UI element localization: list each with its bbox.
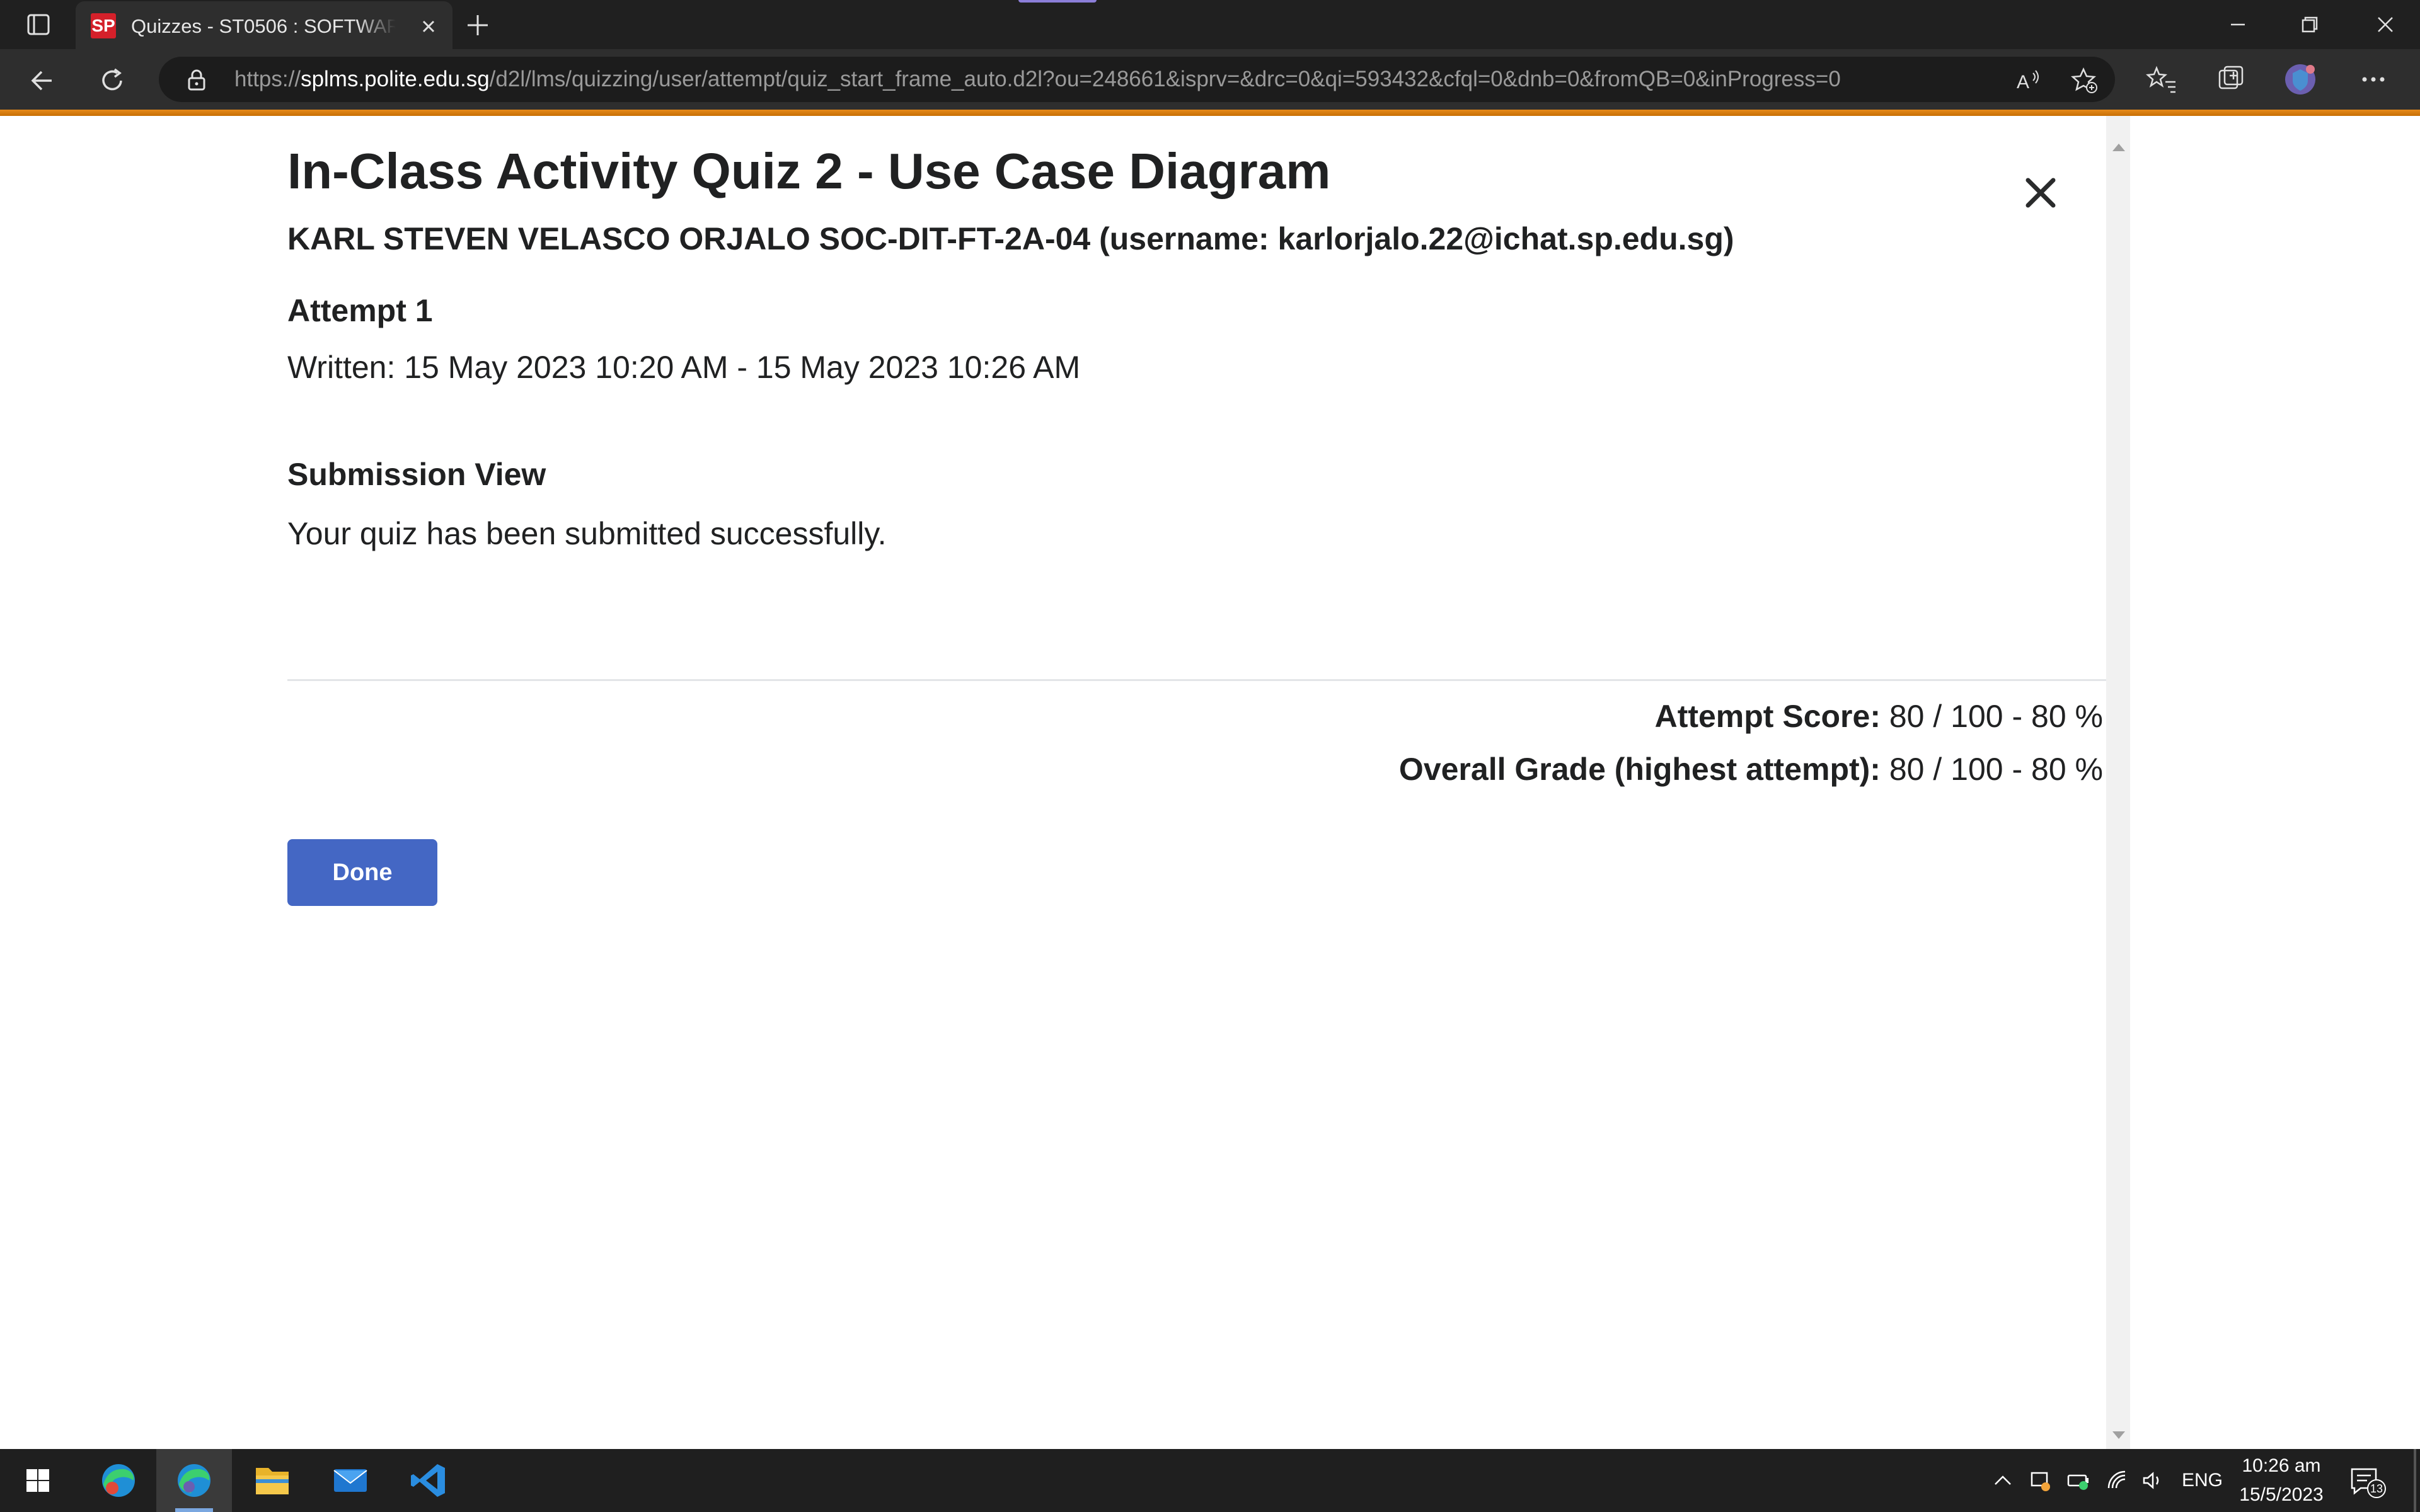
brand-accent-bar <box>0 110 2420 116</box>
page-title: In-Class Activity Quiz 2 - Use Case Diag… <box>287 143 1331 199</box>
quiz-submission-page: In-Class Activity Quiz 2 - Use Case Diag… <box>0 116 2420 1449</box>
add-favorite-icon[interactable] <box>2070 67 2099 94</box>
browser-tab-quizzes[interactable]: SP Quizzes - ST0506 : SOFTWARE ENGINEERI… <box>76 1 452 49</box>
wifi-icon[interactable] <box>2105 1468 2130 1493</box>
tab-title: Quizzes - ST0506 : SOFTWARE ENGINEERING <box>131 15 396 37</box>
browser-toolbar: https://splms.polite.edu.sg/d2l/lms/quiz… <box>0 49 2420 110</box>
url-text[interactable]: https://splms.polite.edu.sg/d2l/lms/quiz… <box>234 66 1841 93</box>
file-explorer-icon[interactable] <box>234 1449 310 1512</box>
overall-grade: Overall Grade (highest attempt): 80 / 10… <box>1398 752 2103 787</box>
collections-icon[interactable] <box>2215 63 2247 96</box>
favorites-icon[interactable] <box>2145 63 2178 96</box>
restore-icon[interactable] <box>2275 0 2344 49</box>
window-accent-mark <box>1018 0 1097 3</box>
divider <box>287 679 2107 681</box>
edge-icon[interactable] <box>156 1449 232 1512</box>
browser-titlebar: SP Quizzes - ST0506 : SOFTWARE ENGINEERI… <box>0 0 2420 49</box>
clock[interactable]: 10:26 am 15/5/2023 <box>2231 1452 2332 1509</box>
scroll-down-icon[interactable] <box>2112 1431 2125 1439</box>
tab-actions-icon[interactable] <box>25 11 52 38</box>
windows-taskbar: ENG 10:26 am 15/5/2023 13 <box>0 1449 2420 1512</box>
edge-dev-icon[interactable] <box>81 1449 156 1512</box>
show-desktop-button[interactable] <box>2414 1449 2416 1512</box>
new-tab-icon[interactable] <box>464 11 492 39</box>
address-bar[interactable]: https://splms.polite.edu.sg/d2l/lms/quiz… <box>159 57 2115 102</box>
mail-icon[interactable] <box>313 1449 388 1512</box>
submission-message: Your quiz has been submitted successfull… <box>287 516 887 551</box>
battery-icon[interactable] <box>2066 1468 2091 1493</box>
attempt-score: Attempt Score: 80 / 100 - 80 % <box>1654 699 2103 734</box>
tab-close-icon[interactable] <box>416 14 441 39</box>
volume-icon[interactable] <box>2140 1468 2165 1493</box>
close-window-icon[interactable] <box>2351 0 2420 49</box>
chevron-up-icon[interactable] <box>1990 1468 2015 1493</box>
attempt-heading: Attempt 1 <box>287 293 433 328</box>
scroll-up-icon[interactable] <box>2112 144 2125 151</box>
page-scrollbar[interactable] <box>2106 116 2130 1449</box>
submission-view-heading: Submission View <box>287 457 546 492</box>
close-icon[interactable] <box>2020 173 2061 213</box>
more-options-icon[interactable] <box>2357 63 2390 96</box>
user-info: KARL STEVEN VELASCO ORJALO SOC-DIT-FT-2A… <box>287 221 1734 256</box>
clock-time: 10:26 am <box>2242 1455 2321 1476</box>
svg-text:A: A <box>2017 72 2029 93</box>
done-button[interactable]: Done <box>287 839 437 906</box>
refresh-icon[interactable] <box>96 64 129 97</box>
read-aloud-icon[interactable]: A <box>2014 67 2042 94</box>
notification-icon[interactable]: 13 <box>2348 1465 2386 1498</box>
language-indicator[interactable]: ENG <box>2182 1468 2223 1493</box>
lock-icon[interactable] <box>187 69 207 91</box>
security-icon[interactable] <box>2028 1468 2053 1493</box>
minimize-icon[interactable] <box>2203 0 2273 49</box>
vscode-icon[interactable] <box>391 1449 466 1512</box>
back-arrow-icon[interactable] <box>26 64 59 97</box>
start-icon[interactable] <box>0 1449 76 1512</box>
profile-avatar-icon[interactable] <box>2284 63 2317 96</box>
notification-count: 13 <box>2367 1479 2386 1498</box>
sp-favicon-icon: SP <box>91 13 116 38</box>
written-timestamp: Written: 15 May 2023 10:20 AM - 15 May 2… <box>287 350 1081 385</box>
clock-date: 15/5/2023 <box>2239 1484 2324 1505</box>
